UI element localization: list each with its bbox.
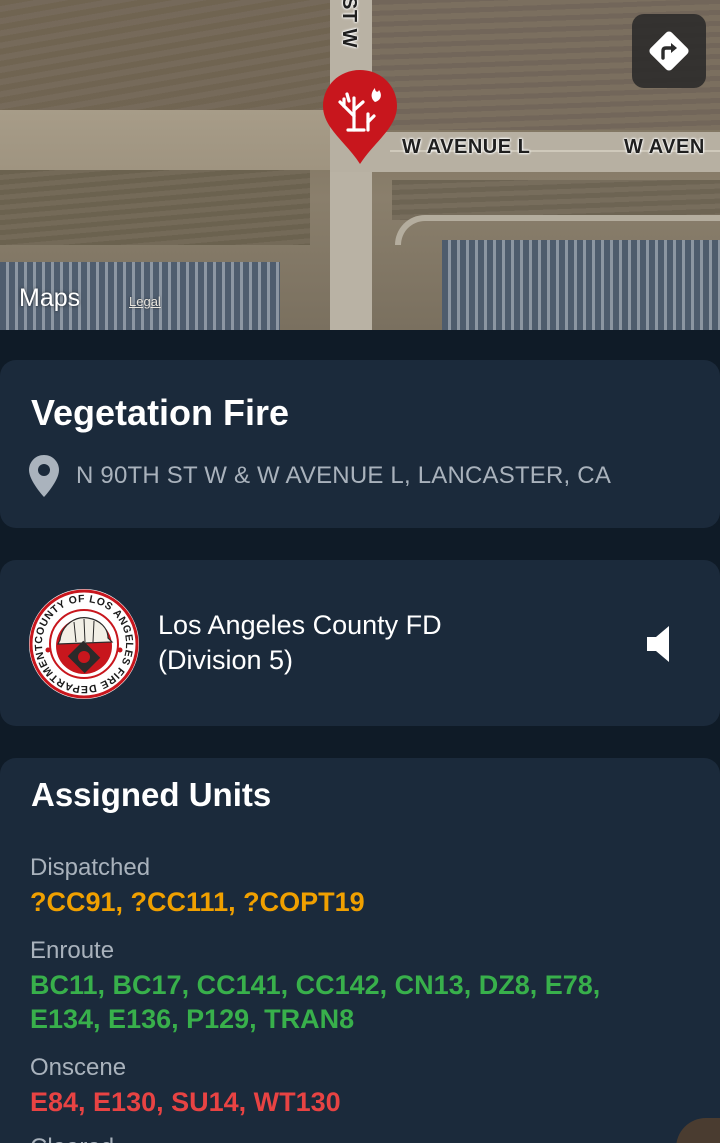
- map-dirt-area: [0, 110, 335, 170]
- incident-location[interactable]: N 90TH ST W & W AVENUE L, LANCASTER, CA: [28, 454, 611, 498]
- agency-name: Los Angeles County FD (Division 5): [158, 608, 578, 678]
- incident-map[interactable]: ST W W AVENUE L W AVEN Maps Legal: [0, 0, 720, 330]
- map-solar-array: [442, 240, 720, 330]
- vegetation-fire-pin-icon[interactable]: [320, 68, 400, 166]
- location-pin-icon: [29, 455, 59, 497]
- map-field: [0, 170, 310, 245]
- maps-logo-text: Maps: [19, 284, 81, 312]
- onscene-units: E84, E130, SU14, WT130: [30, 1087, 341, 1117]
- enroute-label: Enroute: [30, 937, 115, 964]
- cleared-label: Cleared: [30, 1134, 114, 1143]
- road-label-avenue: W AVENUE L: [402, 136, 531, 158]
- incident-title: Vegetation Fire: [31, 392, 290, 433]
- dispatched-units: ?CC91, ?CC111, ?COPT19: [30, 887, 365, 917]
- onscene-label: Onscene: [30, 1054, 127, 1081]
- directions-button[interactable]: [632, 14, 706, 88]
- speaker-icon[interactable]: [644, 622, 676, 666]
- location-text: N 90TH ST W & W AVENUE L, LANCASTER, CA: [76, 462, 612, 489]
- road-label-avenue-2: W AVEN: [624, 136, 705, 158]
- map-field: [0, 0, 330, 115]
- apple-maps-logo: Maps: [18, 284, 80, 313]
- legal-link[interactable]: Legal: [129, 294, 161, 309]
- dispatched-label: Dispatched: [30, 854, 151, 881]
- agency-name-line-2: (Division 5): [158, 645, 294, 675]
- road-label-street: ST W: [338, 0, 360, 48]
- incident-card: [0, 360, 720, 528]
- enroute-units: BC11, BC17, CC141, CC142, CN13, DZ8, E78…: [30, 968, 680, 1036]
- assigned-units-title: Assigned Units: [31, 776, 272, 813]
- agency-name-line-1: Los Angeles County FD: [158, 610, 442, 640]
- fire-department-seal: COUNTY OF LOS ANGELES FIRE DEPARTMENT: [29, 589, 139, 699]
- directions-icon: [649, 31, 689, 71]
- enroute-units-line-1: BC11, BC17, CC141, CC142, CN13, DZ8, E78…: [30, 970, 601, 1000]
- map-field: [392, 180, 720, 220]
- enroute-units-line-2: E134, E136, P129, TRAN8: [30, 1004, 355, 1034]
